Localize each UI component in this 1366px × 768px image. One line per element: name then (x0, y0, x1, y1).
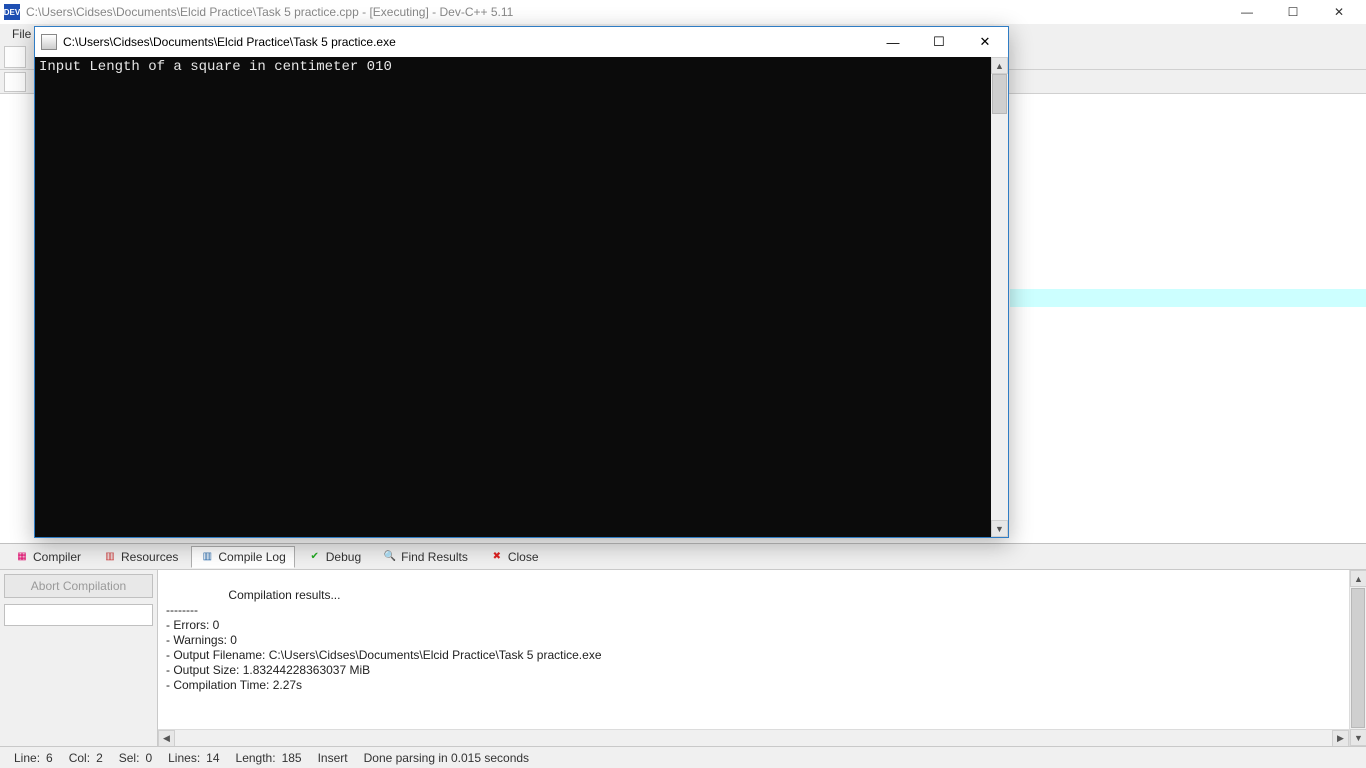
status-lines: Lines:14 (160, 751, 227, 765)
resources-icon (103, 550, 117, 564)
scroll-thumb[interactable] (1351, 588, 1365, 728)
console-app-icon (41, 34, 57, 50)
ide-maximize-button[interactable]: ☐ (1270, 0, 1316, 24)
tab-label: Resources (121, 550, 178, 564)
tab-label: Debug (326, 550, 361, 564)
scroll-up-icon[interactable]: ▲ (991, 57, 1008, 74)
debug-icon (308, 550, 322, 564)
tab-debug[interactable]: Debug (299, 546, 370, 568)
log-horizontal-scrollbar[interactable]: ◀ ▶ (158, 729, 1349, 746)
toolbar-btn-1[interactable] (4, 46, 26, 68)
tab-compiler[interactable]: Compiler (6, 546, 90, 568)
log-text: Compilation results... -------- - Errors… (166, 588, 602, 692)
panel-tabs: Compiler Resources Compile Log Debug Fin… (0, 544, 1366, 570)
tab-find-results[interactable]: Find Results (374, 546, 477, 568)
ide-title: C:\Users\Cidses\Documents\Elcid Practice… (26, 5, 1224, 19)
ide-close-button[interactable]: ✕ (1316, 0, 1362, 24)
scroll-track[interactable] (175, 730, 1332, 747)
tab-resources[interactable]: Resources (94, 546, 187, 568)
console-vertical-scrollbar[interactable]: ▲ ▼ (991, 57, 1008, 537)
status-length: Length:185 (228, 751, 310, 765)
ide-titlebar[interactable]: DEV C:\Users\Cidses\Documents\Elcid Prac… (0, 0, 1366, 24)
tab-label: Find Results (401, 550, 468, 564)
tab-label: Compiler (33, 550, 81, 564)
console-title: C:\Users\Cidses\Documents\Elcid Practice… (63, 35, 870, 49)
status-sel: Sel:0 (111, 751, 160, 765)
console-minimize-button[interactable]: — (870, 27, 916, 57)
scroll-right-icon[interactable]: ▶ (1332, 730, 1349, 747)
toolbar-btn-2[interactable] (4, 72, 26, 92)
console-close-button[interactable]: ✕ (962, 27, 1008, 57)
panel-body: Abort Compilation Compilation results...… (0, 570, 1366, 746)
scroll-left-icon[interactable]: ◀ (158, 730, 175, 747)
status-line: Line:6 (6, 751, 61, 765)
tab-close[interactable]: Close (481, 546, 548, 568)
console-body: Input Length of a square in centimeter 0… (35, 57, 1008, 537)
tab-label: Close (508, 550, 539, 564)
compile-log-output[interactable]: Compilation results... -------- - Errors… (158, 570, 1366, 746)
statusbar: Line:6 Col:2 Sel:0 Lines:14 Length:185 I… (0, 746, 1366, 768)
scroll-track[interactable] (991, 74, 1008, 520)
tab-compile-log[interactable]: Compile Log (191, 546, 294, 568)
ide-minimize-button[interactable]: — (1224, 0, 1270, 24)
editor-line-highlight (1010, 289, 1366, 307)
panel-sidebar: Abort Compilation (0, 570, 158, 746)
compile-log-icon (200, 550, 214, 564)
close-icon (490, 550, 504, 564)
console-output[interactable]: Input Length of a square in centimeter 0… (35, 57, 991, 537)
find-icon (383, 550, 397, 564)
console-maximize-button[interactable]: ☐ (916, 27, 962, 57)
scroll-down-icon[interactable]: ▼ (1350, 729, 1366, 746)
bottom-panel: Compiler Resources Compile Log Debug Fin… (0, 543, 1366, 746)
log-vertical-scrollbar[interactable]: ▲ ▼ (1349, 570, 1366, 746)
status-col: Col:2 (61, 751, 111, 765)
console-window[interactable]: C:\Users\Cidses\Documents\Elcid Practice… (34, 26, 1009, 538)
devcpp-logo-icon: DEV (4, 4, 20, 20)
tab-label: Compile Log (218, 550, 285, 564)
scroll-thumb[interactable] (992, 74, 1007, 114)
console-titlebar[interactable]: C:\Users\Cidses\Documents\Elcid Practice… (35, 27, 1008, 57)
scroll-down-icon[interactable]: ▼ (991, 520, 1008, 537)
compiler-icon (15, 550, 29, 564)
scroll-up-icon[interactable]: ▲ (1350, 570, 1366, 587)
status-insert: Insert (310, 751, 356, 765)
abort-compilation-button[interactable]: Abort Compilation (4, 574, 153, 598)
status-parse-msg: Done parsing in 0.015 seconds (356, 751, 537, 765)
panel-field[interactable] (4, 604, 153, 626)
